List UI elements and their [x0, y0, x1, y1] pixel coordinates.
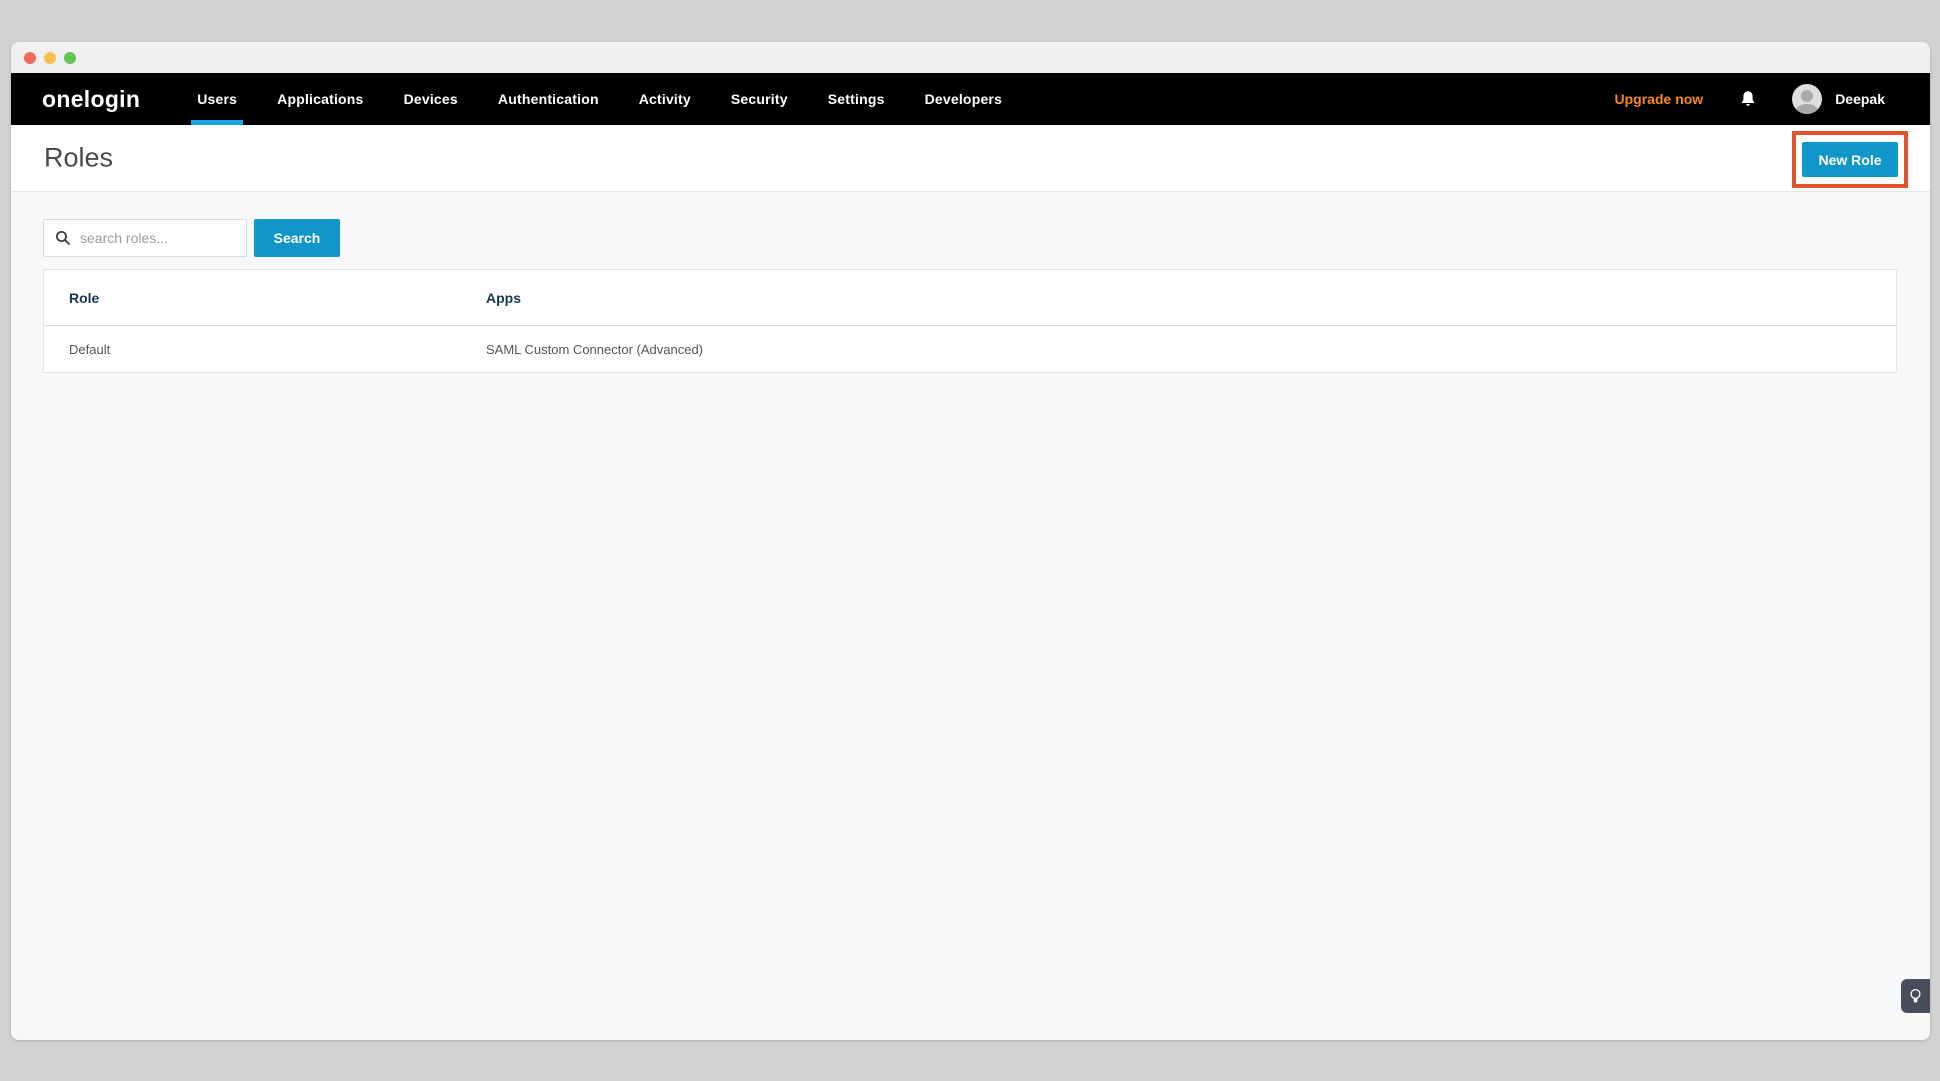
- user-name[interactable]: Deepak: [1835, 91, 1885, 107]
- nav-item-label: Users: [197, 91, 237, 107]
- column-header-role: Role: [44, 290, 461, 306]
- main-content: Search Role Apps Default SAML Custom Con…: [11, 192, 1930, 1040]
- window-titlebar: [11, 42, 1930, 73]
- table-row[interactable]: Default SAML Custom Connector (Advanced): [44, 326, 1896, 372]
- top-navbar: onelogin Users Applications Devices Auth…: [11, 73, 1930, 125]
- nav-item-security[interactable]: Security: [731, 73, 788, 125]
- nav-item-developers[interactable]: Developers: [925, 73, 1002, 125]
- nav-item-applications[interactable]: Applications: [277, 73, 363, 125]
- nav-menu: Users Applications Devices Authenticatio…: [197, 73, 1002, 125]
- browser-window: onelogin Users Applications Devices Auth…: [11, 42, 1930, 1040]
- annotation-highlight-box: New Role: [1792, 131, 1908, 188]
- upgrade-now-link[interactable]: Upgrade now: [1615, 91, 1704, 107]
- search-button[interactable]: Search: [254, 219, 340, 257]
- notifications-bell-icon[interactable]: [1740, 90, 1756, 108]
- nav-item-label: Security: [731, 91, 788, 107]
- user-avatar[interactable]: [1792, 84, 1822, 114]
- navbar-right-group: Upgrade now Deepak: [1615, 73, 1885, 125]
- nav-item-label: Devices: [404, 91, 458, 107]
- nav-item-settings[interactable]: Settings: [828, 73, 885, 125]
- nav-item-users[interactable]: Users: [197, 73, 237, 125]
- nav-item-label: Authentication: [498, 91, 599, 107]
- roles-table: Role Apps Default SAML Custom Connector …: [43, 269, 1897, 373]
- new-role-button[interactable]: New Role: [1802, 142, 1898, 177]
- onelogin-logo: onelogin: [42, 86, 140, 113]
- search-row: Search: [43, 219, 340, 257]
- minimize-window-button[interactable]: [44, 52, 56, 64]
- page-header: Roles New Role: [11, 125, 1930, 192]
- column-header-apps: Apps: [461, 290, 1896, 306]
- nav-item-label: Applications: [277, 91, 363, 107]
- maximize-window-button[interactable]: [64, 52, 76, 64]
- nav-item-label: Activity: [639, 91, 691, 107]
- avatar-shoulders-shape: [1796, 104, 1818, 114]
- role-apps-cell: SAML Custom Connector (Advanced): [461, 342, 1896, 357]
- close-window-button[interactable]: [24, 52, 36, 64]
- lightbulb-icon: [1909, 988, 1922, 1005]
- search-box: [43, 219, 247, 257]
- help-lightbulb-tab[interactable]: [1901, 979, 1930, 1013]
- nav-item-label: Developers: [925, 91, 1002, 107]
- role-name-cell[interactable]: Default: [44, 342, 461, 357]
- avatar-head-shape: [1801, 90, 1813, 102]
- nav-item-activity[interactable]: Activity: [639, 73, 691, 125]
- nav-item-authentication[interactable]: Authentication: [498, 73, 599, 125]
- nav-item-devices[interactable]: Devices: [404, 73, 458, 125]
- table-header-row: Role Apps: [44, 270, 1896, 326]
- nav-item-label: Settings: [828, 91, 885, 107]
- search-input[interactable]: [43, 219, 247, 257]
- page-title: Roles: [44, 143, 113, 174]
